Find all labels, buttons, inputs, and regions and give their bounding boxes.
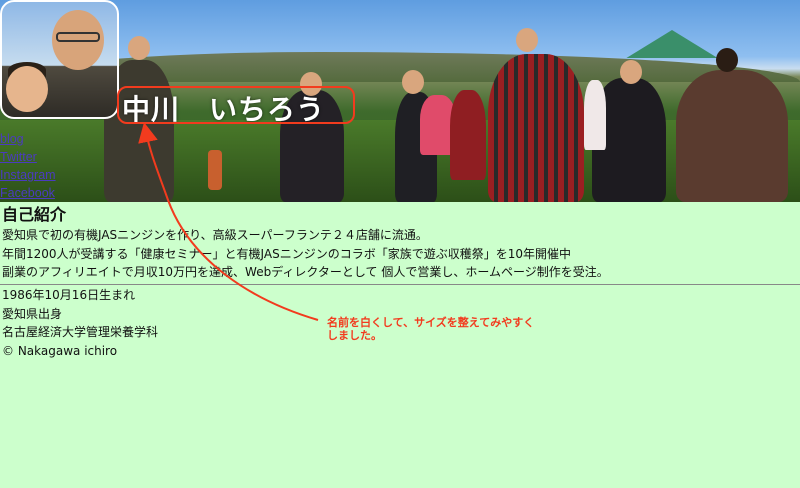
intro-line: 愛知県で初の有機JASニンジンを作り、高級スーパーフランテ２４店舗に流通。 bbox=[2, 228, 428, 242]
social-nav: blog Twitter Instagram Facebook bbox=[0, 130, 56, 202]
avatar-child-face bbox=[6, 66, 48, 112]
person-head bbox=[516, 28, 538, 52]
intro-line: 年間1200人が受講する「健康セミナー」と有機JASニンジンのコラボ「家族で遊ぶ… bbox=[2, 246, 571, 261]
person-head bbox=[620, 60, 642, 84]
nav-link-blog[interactable]: blog bbox=[0, 130, 56, 148]
intro-section: 自己紹介 愛知県で初の有機JASニンジンを作り、高級スーパーフランテ２４店舗に流… bbox=[2, 204, 798, 282]
annotation-note: 名前を白くして、サイズを整えてみやすくしました。 bbox=[327, 316, 535, 342]
profile-hometown: 愛知県出身 bbox=[2, 306, 63, 321]
divider bbox=[0, 284, 800, 285]
person-figure bbox=[488, 54, 584, 202]
annotation-highlight-box bbox=[117, 86, 355, 124]
person-head bbox=[402, 70, 424, 94]
intro-heading: 自己紹介 bbox=[2, 205, 67, 224]
person-figure bbox=[450, 90, 486, 180]
profile-section: 1986年10月16日生まれ 愛知県出身 名古屋経済大学管理栄養学科 © Nak… bbox=[2, 286, 158, 360]
profile-birthdate: 1986年10月16日生まれ bbox=[2, 288, 136, 302]
person-head bbox=[128, 36, 150, 60]
nav-link-twitter[interactable]: Twitter bbox=[0, 148, 56, 166]
person-figure bbox=[676, 70, 788, 202]
intro-line: 副業のアフィリエイトで月収10万円を達成、Webディレクターとして 個人で営業し… bbox=[2, 265, 609, 279]
nav-link-instagram[interactable]: Instagram bbox=[0, 166, 56, 184]
person-figure bbox=[208, 150, 222, 190]
avatar bbox=[0, 0, 119, 119]
nav-link-facebook[interactable]: Facebook bbox=[0, 184, 56, 202]
avatar-glasses bbox=[56, 32, 100, 42]
copyright: © Nakagawa ichiro bbox=[2, 343, 118, 358]
tent-shape bbox=[626, 30, 718, 58]
person-head bbox=[716, 48, 738, 72]
profile-education: 名古屋経済大学管理栄養学科 bbox=[2, 325, 159, 339]
person-figure bbox=[584, 80, 606, 150]
